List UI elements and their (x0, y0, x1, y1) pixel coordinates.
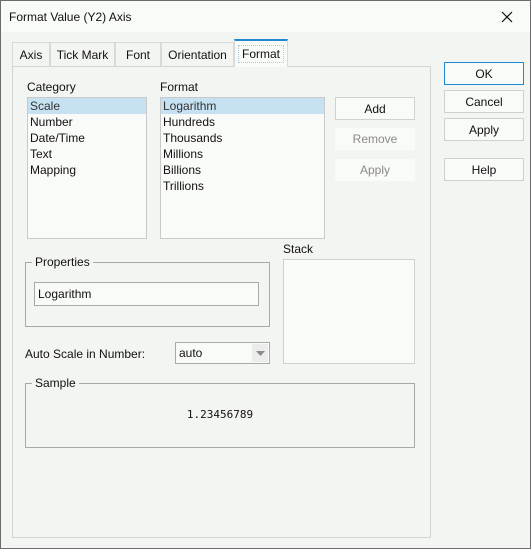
close-button[interactable] (484, 1, 530, 32)
format-item-trillions[interactable]: Trillions (161, 178, 324, 194)
tab-font[interactable]: Font (115, 42, 161, 66)
tab-axis[interactable]: Axis (12, 42, 50, 66)
apply-button[interactable]: Apply (444, 118, 524, 141)
stack-box[interactable] (283, 259, 415, 364)
dialog-title: Format Value (Y2) Axis (9, 10, 132, 24)
tab-tick-mark-label: Tick Mark (56, 47, 109, 62)
cancel-button[interactable]: Cancel (444, 90, 524, 113)
format-item-billions[interactable]: Billions (161, 162, 324, 178)
format-label: Format (160, 80, 199, 94)
sample-legend: Sample (32, 376, 79, 390)
tab-font-label: Font (125, 47, 150, 62)
category-item-number[interactable]: Number (28, 114, 146, 130)
tab-format[interactable]: Format (234, 39, 288, 67)
format-item-millions[interactable]: Millions (161, 146, 324, 162)
auto-scale-label: Auto Scale in Number: (25, 347, 146, 361)
category-label: Category (27, 80, 76, 94)
auto-scale-select[interactable]: auto (175, 342, 270, 364)
category-item-text[interactable]: Text (28, 146, 146, 162)
format-item-hundreds[interactable]: Hundreds (161, 114, 324, 130)
format-axis-dialog: Format Value (Y2) Axis Axis Tick Mark Fo… (0, 0, 531, 549)
auto-scale-value: auto (179, 346, 203, 360)
properties-group: Properties Logarithm (25, 255, 270, 327)
tab-tick-mark[interactable]: Tick Mark (50, 42, 115, 66)
format-item-logarithm[interactable]: Logarithm (161, 98, 324, 114)
format-list[interactable]: Logarithm Hundreds Thousands Millions Bi… (160, 97, 325, 239)
category-item-mapping[interactable]: Mapping (28, 162, 146, 178)
tab-orientation[interactable]: Orientation (161, 42, 234, 66)
format-apply-button[interactable]: Apply (335, 159, 415, 181)
format-tab-panel: Category Scale Number Date/Time Text Map… (12, 66, 431, 538)
properties-legend: Properties (32, 255, 93, 269)
tab-axis-label: Axis (19, 47, 43, 62)
sample-value: 1.23456789 (186, 408, 254, 421)
add-button[interactable]: Add (335, 97, 415, 120)
close-icon (501, 11, 513, 22)
properties-input[interactable]: Logarithm (34, 282, 259, 306)
remove-button[interactable]: Remove (335, 128, 415, 150)
title-bar: Format Value (Y2) Axis (1, 1, 530, 32)
category-item-datetime[interactable]: Date/Time (28, 130, 146, 146)
chevron-down-icon[interactable] (252, 344, 268, 362)
tab-orientation-label: Orientation (168, 47, 227, 62)
format-item-thousands[interactable]: Thousands (161, 130, 324, 146)
sample-group: Sample 1.23456789 (25, 376, 415, 448)
ok-button[interactable]: OK (444, 62, 524, 85)
category-item-scale[interactable]: Scale (28, 98, 146, 114)
help-button[interactable]: Help (444, 158, 524, 181)
stack-label: Stack (283, 242, 314, 256)
tab-format-label: Format (237, 45, 284, 63)
category-list[interactable]: Scale Number Date/Time Text Mapping (27, 97, 147, 239)
